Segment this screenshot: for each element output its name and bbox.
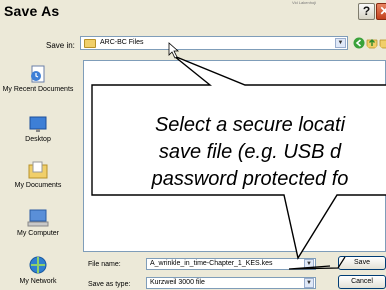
screenshot-stage: Save As Vid Lakenhoji ? ✕ Save in: ARC-B…	[0, 0, 386, 290]
callout-pointer	[288, 256, 346, 270]
mouse-cursor-icon	[168, 42, 180, 59]
callout-text: Select a secure locati save file (e.g. U…	[151, 114, 349, 190]
